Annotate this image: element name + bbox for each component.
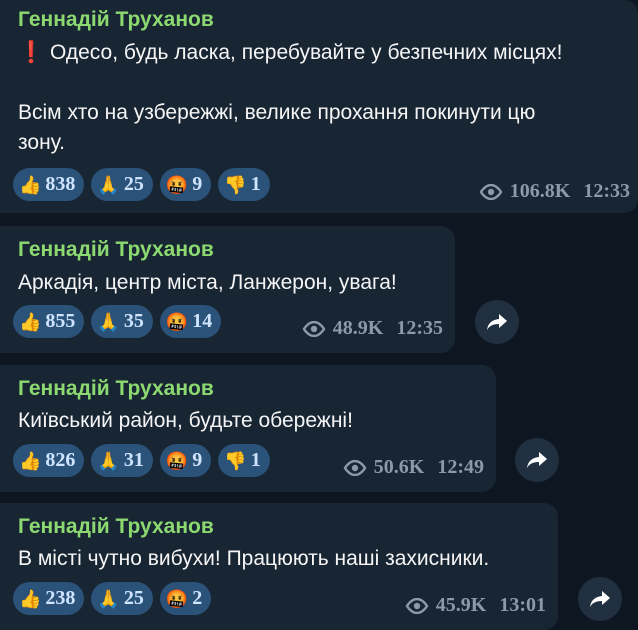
message-line: Одесо, будь ласка, перебувайте у безпечн… bbox=[50, 41, 563, 64]
message-bubble[interactable]: Геннадій Труханов В місті чутно вибухи! … bbox=[0, 503, 558, 630]
reaction-count: 2 bbox=[192, 587, 203, 609]
message-text: Київський район, будьте обережні! bbox=[18, 406, 478, 436]
angry-face-icon: 🤬 bbox=[165, 311, 189, 332]
share-arrow-icon bbox=[487, 314, 507, 330]
reaction-praying-hands[interactable]: 🙏 31 bbox=[91, 444, 153, 477]
angry-face-icon: 🤬 bbox=[165, 450, 189, 471]
angry-face-icon: 🤬 bbox=[165, 174, 189, 195]
reaction-count: 826 bbox=[45, 449, 76, 471]
thumbs-down-icon: 👎 bbox=[224, 450, 247, 471]
reaction-count: 838 bbox=[45, 173, 76, 195]
message-meta: 50.6K 12:49 bbox=[343, 456, 484, 479]
message-meta: 48.9K 12:35 bbox=[302, 317, 443, 340]
message-meta: 106.8K 12:33 bbox=[479, 180, 630, 203]
message-line: Київський район, будьте обережні! bbox=[18, 409, 353, 432]
view-count: 48.9K bbox=[332, 317, 384, 339]
reaction-count: 31 bbox=[123, 449, 144, 471]
message-time: 13:01 bbox=[499, 594, 546, 616]
view-count: 50.6K bbox=[373, 456, 425, 478]
reaction-count: 855 bbox=[45, 310, 76, 332]
reaction-thumbs-down[interactable]: 👎 1 bbox=[218, 444, 270, 477]
reaction-count: 35 bbox=[123, 310, 144, 332]
sender-name[interactable]: Геннадій Труханов bbox=[18, 238, 214, 262]
reaction-count: 25 bbox=[123, 173, 144, 195]
reaction-count: 1 bbox=[250, 173, 261, 195]
exclamation-icon: ❗ bbox=[18, 41, 45, 64]
reaction-praying-hands[interactable]: 🙏 35 bbox=[91, 305, 153, 338]
eye-icon bbox=[302, 320, 326, 337]
reaction-angry-face[interactable]: 🤬 9 bbox=[159, 444, 212, 477]
reaction-count: 25 bbox=[123, 587, 144, 609]
reactions-bar: 👍 838 🙏 25 🤬 9 👎 1 bbox=[13, 168, 270, 201]
reaction-count: 14 bbox=[192, 310, 213, 332]
praying-hands-icon: 🙏 bbox=[97, 450, 120, 471]
message-line: Аркадія, центр міста, Ланжерон, увага! bbox=[18, 271, 397, 294]
reaction-thumbs-up[interactable]: 👍 826 bbox=[13, 444, 85, 477]
reactions-bar: 👍 855 🙏 35 🤬 14 bbox=[13, 305, 222, 338]
message-bubble[interactable]: Геннадій Труханов ❗ Одесо, будь ласка, п… bbox=[0, 0, 638, 213]
message-line bbox=[18, 68, 620, 98]
thumbs-up-icon: 👍 bbox=[19, 588, 42, 609]
eye-icon bbox=[479, 183, 503, 200]
reaction-count: 1 bbox=[250, 449, 261, 471]
message-time: 12:35 bbox=[396, 317, 443, 339]
share-arrow-icon bbox=[590, 591, 610, 607]
reaction-thumbs-down[interactable]: 👎 1 bbox=[218, 168, 270, 201]
forward-button[interactable] bbox=[578, 577, 622, 621]
praying-hands-icon: 🙏 bbox=[97, 588, 120, 609]
view-count: 45.9K bbox=[435, 594, 487, 616]
reaction-thumbs-up[interactable]: 👍 838 bbox=[13, 168, 85, 201]
praying-hands-icon: 🙏 bbox=[97, 174, 120, 195]
eye-icon bbox=[405, 597, 429, 614]
reactions-bar: 👍 826 🙏 31 🤬 9 👎 1 bbox=[13, 444, 270, 477]
message-bubble[interactable]: Геннадій Труханов Київський район, будьт… bbox=[0, 365, 496, 492]
thumbs-down-icon: 👎 bbox=[224, 174, 247, 195]
reaction-angry-face[interactable]: 🤬 14 bbox=[159, 305, 222, 338]
sender-name[interactable]: Геннадій Труханов bbox=[18, 377, 214, 401]
reaction-thumbs-up[interactable]: 👍 238 bbox=[13, 582, 85, 615]
message-line: зону. bbox=[18, 131, 65, 154]
angry-face-icon: 🤬 bbox=[165, 588, 189, 609]
reaction-praying-hands[interactable]: 🙏 25 bbox=[91, 582, 153, 615]
reactions-bar: 👍 238 🙏 25 🤬 2 bbox=[13, 582, 212, 615]
reaction-thumbs-up[interactable]: 👍 855 bbox=[13, 305, 85, 338]
forward-button[interactable] bbox=[515, 438, 559, 482]
message-text: В місті чутно вибухи! Працюють наші захи… bbox=[18, 544, 540, 574]
reaction-angry-face[interactable]: 🤬 9 bbox=[159, 168, 212, 201]
message-time: 12:49 bbox=[437, 456, 484, 478]
message-text: ❗ Одесо, будь ласка, перебувайте у безпе… bbox=[18, 38, 620, 158]
view-count: 106.8K bbox=[509, 180, 571, 202]
message-time: 12:33 bbox=[583, 180, 630, 202]
reaction-count: 9 bbox=[192, 173, 203, 195]
reaction-count: 9 bbox=[192, 449, 203, 471]
eye-icon bbox=[343, 459, 367, 476]
message-text: Аркадія, центр міста, Ланжерон, увага! bbox=[18, 268, 437, 298]
reaction-angry-face[interactable]: 🤬 2 bbox=[159, 582, 212, 615]
thumbs-up-icon: 👍 bbox=[19, 311, 42, 332]
forward-button[interactable] bbox=[475, 300, 519, 344]
message-line: Всім хто на узбережжі, велике прохання п… bbox=[18, 101, 536, 124]
reaction-praying-hands[interactable]: 🙏 25 bbox=[91, 168, 153, 201]
share-arrow-icon bbox=[527, 452, 547, 468]
message-bubble[interactable]: Геннадій Труханов Аркадія, центр міста, … bbox=[0, 226, 455, 353]
thumbs-up-icon: 👍 bbox=[19, 174, 42, 195]
message-line: В місті чутно вибухи! Працюють наші захи… bbox=[18, 547, 490, 570]
sender-name[interactable]: Геннадій Труханов bbox=[18, 8, 214, 32]
praying-hands-icon: 🙏 bbox=[97, 311, 120, 332]
message-meta: 45.9K 13:01 bbox=[405, 594, 546, 617]
reaction-count: 238 bbox=[45, 587, 76, 609]
thumbs-up-icon: 👍 bbox=[19, 450, 42, 471]
sender-name[interactable]: Геннадій Труханов bbox=[18, 515, 214, 539]
